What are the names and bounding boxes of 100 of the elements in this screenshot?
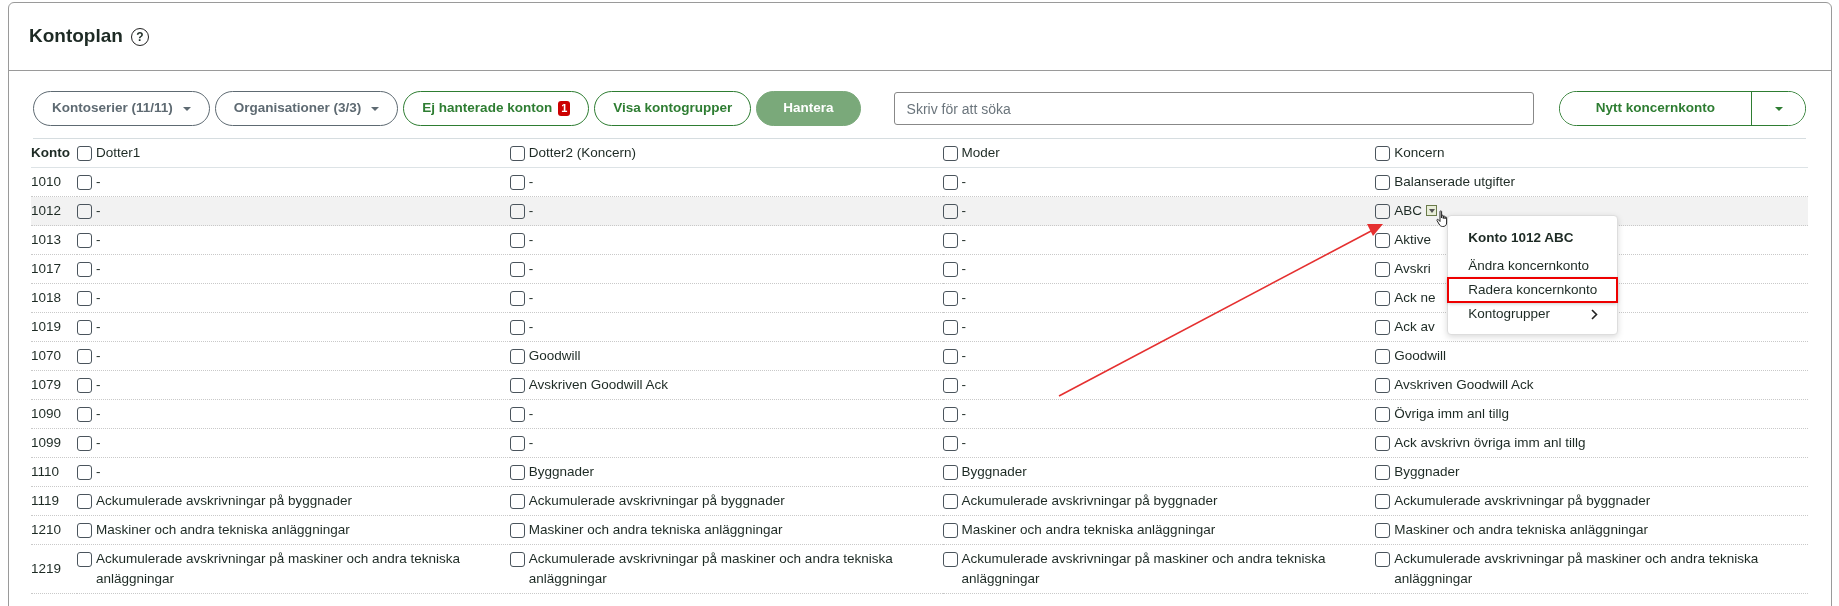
checkbox[interactable] — [509, 203, 525, 219]
checkbox[interactable] — [509, 406, 525, 422]
checkbox[interactable] — [942, 203, 958, 219]
account-name: Ackumulerade avskrivningar på maskiner och andra tekniska anläggningar — [1394, 550, 1760, 588]
menu-item[interactable]: Ändra koncernkonto — [1448, 254, 1618, 278]
column-header: Dotter2 (Koncern) — [528, 144, 637, 162]
account-name: Ack av — [1394, 318, 1435, 336]
checkbox[interactable] — [509, 261, 525, 277]
checkbox[interactable] — [1375, 493, 1391, 509]
account-number: 1219 — [31, 561, 62, 576]
checkbox[interactable] — [77, 493, 92, 509]
account-name: - — [961, 289, 966, 307]
checkbox[interactable] — [942, 551, 958, 567]
account-name: Ackumulerade avskrivningar på byggnader — [96, 492, 352, 510]
menu-toggle[interactable] — [1426, 205, 1437, 216]
menu-title: Konto 1012 ABC — [1467, 229, 1575, 247]
checkbox[interactable] — [77, 406, 92, 422]
checkbox[interactable] — [77, 261, 92, 277]
account-name: Maskiner och andra tekniska anläggningar — [961, 521, 1216, 539]
checkbox[interactable] — [942, 377, 958, 393]
toolbar-button[interactable]: Visa kontogrupper — [594, 91, 752, 126]
account-number: 1070 — [31, 348, 62, 363]
checkbox[interactable] — [1375, 319, 1391, 335]
checkbox[interactable] — [942, 319, 958, 335]
account-number: 1079 — [31, 377, 62, 392]
account-name: - — [528, 231, 534, 249]
more-options-button[interactable] — [1751, 92, 1805, 125]
account-name: - — [96, 289, 101, 307]
account-name: Byggnader — [961, 463, 1027, 481]
checkbox[interactable] — [77, 319, 92, 335]
checkbox[interactable] — [1375, 522, 1391, 538]
checkbox[interactable] — [1375, 145, 1391, 161]
checkbox[interactable] — [509, 551, 525, 567]
filter-dropdown[interactable]: Kontoserier (11/11) — [33, 91, 210, 126]
checkbox[interactable] — [1375, 377, 1391, 393]
account-name: - — [96, 405, 101, 423]
account-name: - — [96, 231, 101, 249]
checkbox[interactable] — [77, 464, 92, 480]
checkbox[interactable] — [77, 435, 92, 451]
search-field[interactable]: Skriv för att söka — [893, 92, 1534, 125]
checkbox[interactable] — [1375, 290, 1391, 306]
account-name: - — [961, 434, 966, 452]
checkbox[interactable] — [77, 551, 92, 567]
checkbox[interactable] — [942, 174, 958, 190]
account-number: 1110 — [31, 464, 60, 479]
filter-dropdown[interactable]: Organisationer (3/3) — [214, 91, 399, 126]
checkbox[interactable] — [942, 464, 958, 480]
account-name: Goodwill — [528, 347, 581, 365]
checkbox[interactable] — [942, 348, 958, 364]
account-number: 1099 — [31, 435, 62, 450]
account-name: - — [961, 202, 966, 220]
checkbox[interactable] — [509, 348, 525, 364]
checkbox[interactable] — [509, 377, 525, 393]
account-name: - — [96, 173, 101, 191]
checkbox[interactable] — [509, 435, 525, 451]
checkbox[interactable] — [942, 522, 958, 538]
checkbox[interactable] — [77, 232, 92, 248]
checkbox[interactable] — [1375, 406, 1391, 422]
account-number: 1012 — [31, 203, 62, 218]
menu-item[interactable]: Kontogrupper — [1448, 302, 1618, 326]
account-name: - — [961, 173, 966, 191]
checkbox[interactable] — [509, 232, 525, 248]
checkbox[interactable] — [77, 203, 92, 219]
checkbox[interactable] — [1375, 348, 1391, 364]
account-name: - — [528, 260, 534, 278]
checkbox[interactable] — [77, 348, 92, 364]
checkbox[interactable] — [77, 377, 92, 393]
toolbar-button[interactable]: Ej hanterade konton 1 — [403, 91, 590, 126]
checkbox[interactable] — [942, 290, 958, 306]
account-number: 1019 — [31, 319, 62, 334]
checkbox[interactable] — [1375, 464, 1391, 480]
checkbox[interactable] — [942, 435, 958, 451]
checkbox[interactable] — [509, 290, 525, 306]
checkbox[interactable] — [1375, 203, 1391, 219]
menu-item[interactable]: Radera koncernkonto — [1448, 278, 1618, 302]
account-name: Ack avskrivn övriga imm anl tillg — [1394, 434, 1586, 452]
account-name: Goodwill — [1394, 347, 1447, 365]
checkbox[interactable] — [77, 174, 92, 190]
checkbox[interactable] — [942, 232, 958, 248]
checkbox[interactable] — [509, 174, 525, 190]
checkbox[interactable] — [1375, 261, 1391, 277]
checkbox[interactable] — [942, 493, 958, 509]
checkbox[interactable] — [77, 522, 92, 538]
checkbox[interactable] — [77, 145, 92, 161]
checkbox[interactable] — [942, 145, 958, 161]
account-name: - — [528, 173, 534, 191]
account-name: - — [96, 347, 101, 365]
account-number: 1017 — [31, 261, 62, 276]
checkbox[interactable] — [942, 406, 958, 422]
checkbox[interactable] — [509, 522, 525, 538]
checkbox[interactable] — [1375, 435, 1391, 451]
checkbox[interactable] — [509, 464, 525, 480]
account-name: - — [96, 376, 101, 394]
checkbox[interactable] — [77, 290, 92, 306]
checkbox[interactable] — [509, 493, 525, 509]
checkbox[interactable] — [1375, 174, 1391, 190]
checkbox[interactable] — [509, 145, 525, 161]
checkbox[interactable] — [942, 261, 958, 277]
checkbox[interactable] — [1375, 551, 1391, 567]
checkbox[interactable] — [509, 319, 525, 335]
